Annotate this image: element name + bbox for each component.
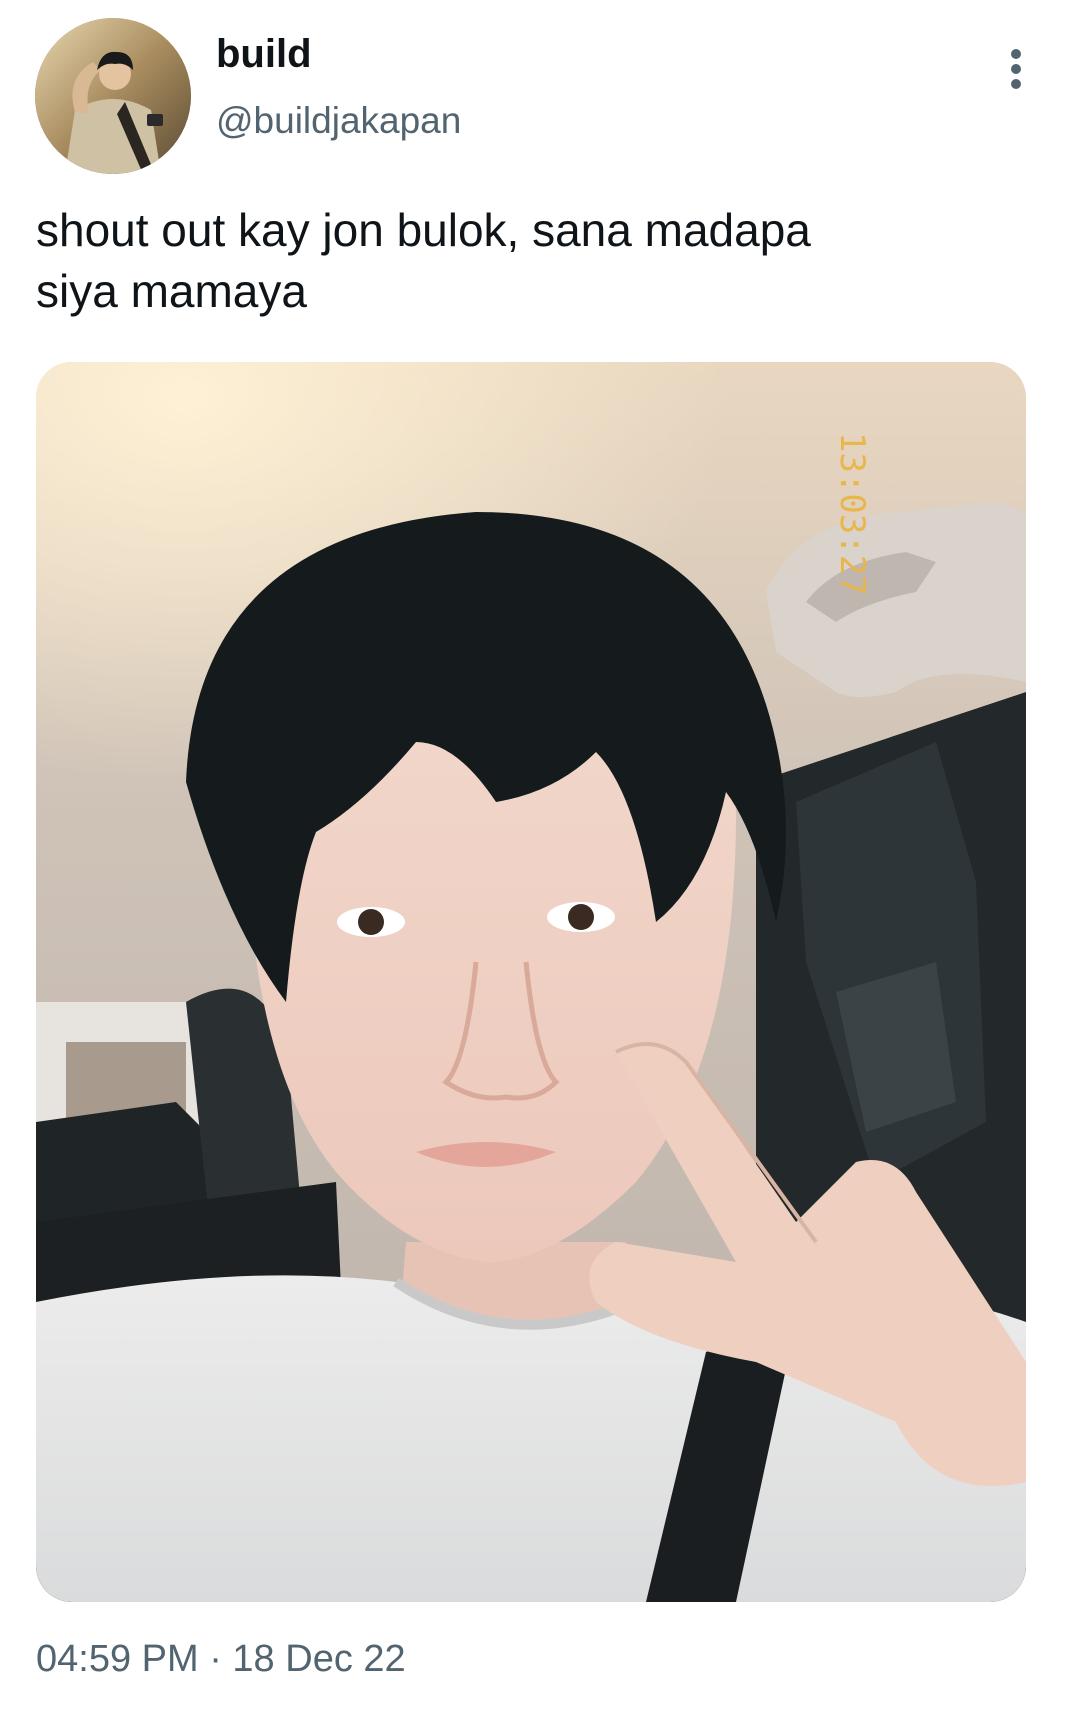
author-handle[interactable]: @buildjakapan (216, 98, 461, 144)
author-display-name[interactable]: build (216, 30, 312, 78)
tweet-text: shout out kay jon bulok, sana madapa siy… (36, 204, 811, 317)
tweet-media[interactable]: 13:03:27 (36, 362, 1026, 1602)
avatar-image (35, 18, 191, 174)
photo-time-overlay: 13:03:27 (832, 432, 872, 596)
more-vertical-icon (1011, 49, 1021, 89)
more-options-button[interactable] (996, 46, 1036, 92)
avatar[interactable] (35, 18, 191, 174)
selfie-photo: 13:03:27 (36, 362, 1026, 1602)
tweet-timestamp[interactable]: 04:59 PM · 18 Dec 22 (36, 1636, 406, 1682)
